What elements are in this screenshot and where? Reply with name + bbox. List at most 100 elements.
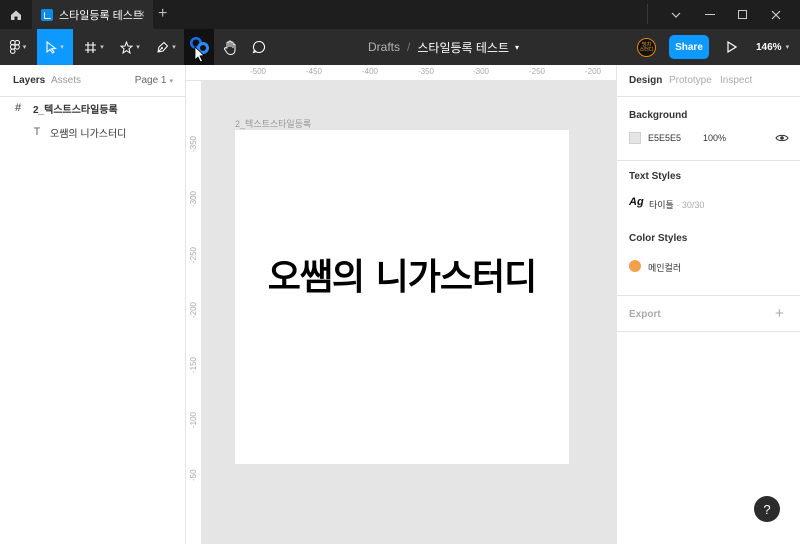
main-menu-button[interactable]: ▾ bbox=[0, 29, 36, 65]
ruler-tick: -350 bbox=[417, 67, 435, 76]
text-styles-section-title: Text Styles bbox=[629, 171, 682, 182]
text-style-icon: Ag bbox=[629, 196, 644, 208]
chevron-down-icon bbox=[671, 12, 681, 18]
layer-name: 2_텍스트스타일등록 bbox=[33, 104, 118, 116]
minimize-icon bbox=[705, 13, 715, 15]
divider bbox=[617, 160, 800, 161]
tab-prototype[interactable]: Prototype bbox=[669, 75, 712, 86]
tab-title: 스타일등록 테스트 bbox=[59, 9, 144, 22]
color-style-name[interactable]: 메인컬러 bbox=[648, 261, 681, 274]
left-panel-tabs: Layers Assets Page 1 ▾ bbox=[0, 65, 186, 97]
pen-icon bbox=[157, 41, 169, 53]
ruler-tick: -400 bbox=[361, 67, 379, 76]
ruler-tick: -450 bbox=[305, 67, 323, 76]
figma-logo-icon bbox=[9, 40, 20, 54]
tab-layers[interactable]: Layers bbox=[13, 75, 45, 86]
divider bbox=[617, 331, 800, 332]
frame-hash-icon bbox=[85, 41, 97, 53]
page-label: Page 1 bbox=[134, 75, 167, 86]
text-style-item[interactable]: 타이틀 · 30/30 bbox=[649, 198, 704, 211]
ruler-tick: -500 bbox=[249, 67, 267, 76]
layer-row-frame[interactable]: # 2_텍스트스타일등록 bbox=[0, 96, 186, 120]
comment-tool-button[interactable] bbox=[246, 29, 272, 65]
ruler-tick: -200 bbox=[189, 301, 198, 318]
present-button[interactable] bbox=[723, 38, 741, 56]
hand-tool-button[interactable] bbox=[216, 29, 244, 65]
text-layer-icon: T bbox=[33, 126, 41, 138]
tab-close-icon[interactable]: × bbox=[138, 8, 145, 20]
zoom-level: 146% bbox=[756, 41, 782, 53]
plugin-app-icon bbox=[190, 37, 209, 63]
design-panel: Design Prototype Inspect Background E5E5… bbox=[616, 65, 800, 544]
eye-icon[interactable] bbox=[775, 132, 789, 144]
file-name[interactable]: 스타일등록 테스트 bbox=[417, 39, 509, 56]
play-icon bbox=[727, 41, 737, 53]
color-styles-section-title: Color Styles bbox=[629, 233, 688, 244]
background-color-swatch[interactable] bbox=[629, 132, 641, 144]
close-window-button[interactable] bbox=[760, 0, 792, 29]
page-selector[interactable]: Page 1 ▾ bbox=[135, 75, 173, 86]
frame-hash-icon: # bbox=[14, 102, 22, 114]
chevron-down-icon: ▾ bbox=[172, 44, 176, 51]
ruler-tick: -150 bbox=[189, 356, 198, 373]
chevron-down-icon: ▾ bbox=[60, 44, 64, 51]
breadcrumb-separator: / bbox=[407, 40, 411, 54]
export-section-title: Export bbox=[629, 309, 661, 320]
ruler-tick: -350 bbox=[189, 135, 198, 152]
ruler-tick: -200 bbox=[584, 67, 602, 76]
avatar[interactable]: 밍치 스터디 bbox=[637, 38, 656, 57]
share-button[interactable]: Share bbox=[669, 35, 709, 59]
home-button[interactable] bbox=[0, 0, 32, 29]
maximize-icon bbox=[737, 10, 747, 19]
close-icon bbox=[771, 10, 781, 19]
chevron-down-icon: ▾ bbox=[22, 44, 27, 51]
breadcrumb-drafts-link[interactable]: Drafts bbox=[368, 40, 400, 54]
chevron-down-icon: ▾ bbox=[785, 44, 790, 51]
toolbar: ▾ ▾ ▾ ▾ ▾ Drafts / 스타일등록 테스트 ▾ 밍치 스터디 Sh… bbox=[0, 29, 800, 65]
minimize-button[interactable] bbox=[694, 0, 726, 29]
frame-text-layer[interactable]: 오쌤의 니가스터디 bbox=[235, 248, 569, 300]
breadcrumb: Drafts / 스타일등록 테스트 ▾ bbox=[368, 29, 519, 65]
text-style-name: 타이틀 bbox=[649, 200, 674, 210]
ruler-tick: -300 bbox=[472, 67, 490, 76]
canvas[interactable]: -500 -450 -400 -350 -300 -250 -200 -350 … bbox=[186, 65, 616, 544]
hand-icon bbox=[223, 40, 236, 55]
ruler-tick: -250 bbox=[189, 246, 198, 263]
divider bbox=[647, 4, 648, 24]
ruler-vertical: -350 -300 -250 -200 -150 -100 -50 bbox=[186, 81, 202, 544]
background-opacity-value[interactable]: 100% bbox=[703, 133, 726, 143]
shape-tool-button[interactable]: ▾ bbox=[112, 29, 148, 65]
zoom-dropdown[interactable]: 146% ▾ bbox=[756, 29, 789, 65]
layer-row-text[interactable]: T 오쌤의 니가스터디 bbox=[0, 120, 186, 144]
chevron-down-icon: ▾ bbox=[169, 78, 173, 85]
move-tool-button[interactable]: ▾ bbox=[37, 29, 73, 65]
pen-tool-button[interactable]: ▾ bbox=[148, 29, 184, 65]
frame-tool-button[interactable]: ▾ bbox=[76, 29, 112, 65]
tab-inspect[interactable]: Inspect bbox=[720, 75, 752, 86]
maximize-button[interactable] bbox=[726, 0, 758, 29]
background-section-title: Background bbox=[629, 110, 688, 121]
tab-design[interactable]: Design bbox=[629, 75, 662, 86]
divider bbox=[617, 295, 800, 296]
plugin-button[interactable] bbox=[184, 29, 214, 65]
ruler-tick: -100 bbox=[189, 411, 198, 428]
color-style-swatch[interactable] bbox=[629, 260, 641, 272]
figma-file-icon bbox=[41, 8, 53, 21]
chevron-down-icon[interactable]: ▾ bbox=[515, 43, 519, 52]
comment-bubble-icon bbox=[252, 40, 265, 54]
frame-label[interactable]: 2_텍스트스타일등록 bbox=[235, 117, 311, 130]
help-button[interactable]: ? bbox=[754, 496, 780, 522]
chevron-down-icon: ▾ bbox=[100, 44, 104, 51]
background-hex-value[interactable]: E5E5E5 bbox=[648, 133, 681, 143]
cursor-arrow-icon bbox=[46, 40, 58, 54]
ruler-tick: -300 bbox=[189, 190, 198, 207]
design-frame[interactable]: 오쌤의 니가스터디 bbox=[235, 130, 569, 464]
document-tab[interactable]: 스타일등록 테스트 × bbox=[32, 0, 153, 29]
tab-assets[interactable]: Assets bbox=[51, 75, 81, 86]
tab-list-button[interactable] bbox=[660, 0, 692, 29]
star-icon bbox=[120, 40, 134, 54]
new-tab-button[interactable]: + bbox=[158, 6, 167, 22]
add-export-icon[interactable]: + bbox=[775, 305, 784, 322]
chevron-down-icon: ▾ bbox=[136, 44, 140, 51]
ruler-tick: -250 bbox=[528, 67, 546, 76]
